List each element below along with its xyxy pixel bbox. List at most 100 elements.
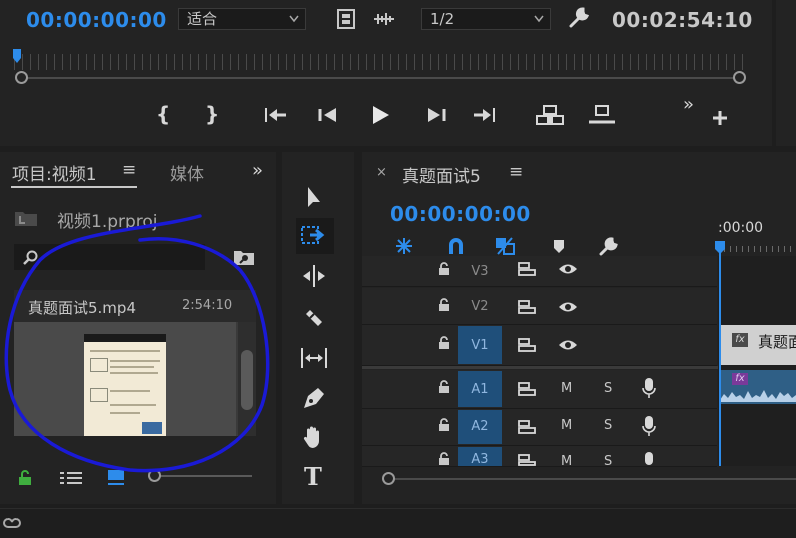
go-to-in-icon[interactable] [264,106,288,124]
lock-icon[interactable] [438,418,450,432]
list-view-icon[interactable] [59,470,83,486]
timeline-scroll-track[interactable] [390,478,796,480]
step-forward-icon[interactable] [424,107,446,123]
video-clip-fx-badge[interactable]: fx [732,333,748,347]
search-input[interactable] [14,244,205,270]
duration-timecode: 00:02:54:10 [612,8,753,32]
lock-open-icon[interactable] [18,470,32,486]
monitor-playhead[interactable] [12,48,22,66]
icon-view-icon[interactable] [106,468,126,486]
waveform-icon[interactable] [372,12,396,26]
linked-selection-icon[interactable] [494,236,516,256]
track-select-forward-icon[interactable] [300,222,328,250]
type-tool-icon[interactable]: T [304,462,322,491]
track-label-a2[interactable]: A2 [458,410,502,444]
lock-icon[interactable] [438,380,450,394]
step-back-icon[interactable] [318,107,340,123]
audio-clip-fx-badge[interactable]: fx [732,373,748,385]
monitor-ruler[interactable] [14,54,748,70]
pen-tool-icon[interactable] [300,384,328,412]
tools-panel: T [282,152,354,504]
mute-a1-button[interactable]: M [561,381,572,396]
thumbnail-scrollbar-thumb[interactable] [241,350,253,410]
audio-clip-a1[interactable]: fx [720,370,796,404]
track-label-v2[interactable]: V2 [458,295,502,319]
track-label-v3[interactable]: V3 [458,260,502,284]
ripple-edit-tool-icon[interactable] [300,262,328,290]
microphone-icon[interactable] [642,451,656,466]
sequence-menu-button[interactable]: ≡ [509,162,523,182]
video-clip-v1[interactable]: fx 真题面 [720,325,796,365]
zoom-handle-left[interactable] [15,71,28,84]
sync-lock-icon[interactable] [518,382,536,396]
timeline-ruler-ticks[interactable] [718,246,796,252]
slip-tool-icon[interactable] [300,344,328,372]
tab-project[interactable]: 项目:视频1 [12,160,97,185]
creative-cloud-icon[interactable] [2,515,22,531]
mute-a3-button[interactable]: M [561,454,572,466]
settings-film-icon[interactable] [337,9,355,29]
resolution-dropdown[interactable]: 1/2 [421,8,551,30]
playhead-timecode[interactable]: 00:00:00:00 [26,8,167,32]
play-icon[interactable] [372,105,390,125]
zoom-slider-knob[interactable] [148,469,161,482]
tab-sequence[interactable]: 真题面试5 [402,162,481,187]
selection-tool-icon[interactable] [300,184,328,212]
track-header-v3 [362,256,717,287]
zoom-slider-track[interactable] [148,475,252,477]
track-label-a3[interactable]: A3 [458,447,502,466]
timeline-settings-wrench-icon[interactable] [598,237,618,257]
go-to-out-icon[interactable] [472,106,496,124]
preview-text-line [110,390,150,392]
sync-lock-icon[interactable] [518,300,536,314]
solo-a2-button[interactable]: S [604,418,612,433]
lock-icon[interactable] [438,262,450,276]
wrench-icon[interactable] [568,7,590,29]
nest-sequence-icon[interactable] [394,236,414,256]
hand-tool-icon[interactable] [300,424,328,452]
eye-icon[interactable] [558,300,578,314]
track-header-a2 [362,409,717,446]
monitor-zoom-bar[interactable] [24,77,736,79]
track-label-a1[interactable]: A1 [458,371,502,407]
close-sequence-button[interactable]: × [376,165,387,180]
panels-overflow-button[interactable]: » [252,160,263,181]
razor-tool-icon[interactable] [300,304,328,332]
clip-preview-image [84,334,166,436]
zoom-handle-right[interactable] [733,71,746,84]
mute-a2-button[interactable]: M [561,418,572,433]
lock-icon[interactable] [438,452,450,466]
clip-thumbnail-card[interactable]: 真题面试5.mp4 2:54:10 [14,290,256,436]
thumbnail-scrollbar-track[interactable] [238,322,256,436]
mark-out-button[interactable]: } [205,102,219,126]
fit-dropdown[interactable]: 适合 [178,8,306,30]
preview-text-line [110,360,160,362]
new-search-bin-icon[interactable] [233,248,255,266]
eye-icon[interactable] [558,262,578,276]
project-tab-menu[interactable]: ≡ [122,160,136,180]
snap-magnet-icon[interactable] [446,236,466,256]
more-controls-button[interactable]: » [683,94,694,115]
sync-lock-icon[interactable] [518,420,536,434]
microphone-icon[interactable] [642,415,656,437]
timeline-playhead-line[interactable] [719,252,721,466]
sync-lock-icon[interactable] [518,338,536,352]
solo-a3-button[interactable]: S [604,454,612,466]
lock-icon[interactable] [438,336,450,350]
lift-icon[interactable] [535,104,565,126]
mark-in-button[interactable]: { [156,102,170,126]
project-file-name: 视频1.prproj [57,212,158,232]
track-label-v1[interactable]: V1 [458,326,502,364]
tab-media[interactable]: 媒体 [170,160,220,185]
eye-icon[interactable] [558,338,578,352]
timeline-scroll-handle[interactable] [382,472,395,485]
add-button-icon[interactable] [711,109,729,127]
microphone-icon[interactable] [642,377,656,399]
sync-lock-icon[interactable] [518,262,536,276]
lock-icon[interactable] [438,298,450,312]
sync-lock-icon[interactable] [518,454,536,466]
solo-a1-button[interactable]: S [604,381,612,396]
sequence-timecode[interactable]: 00:00:00:00 [390,202,531,226]
add-marker-icon[interactable] [552,238,566,256]
extract-icon[interactable] [587,104,617,126]
